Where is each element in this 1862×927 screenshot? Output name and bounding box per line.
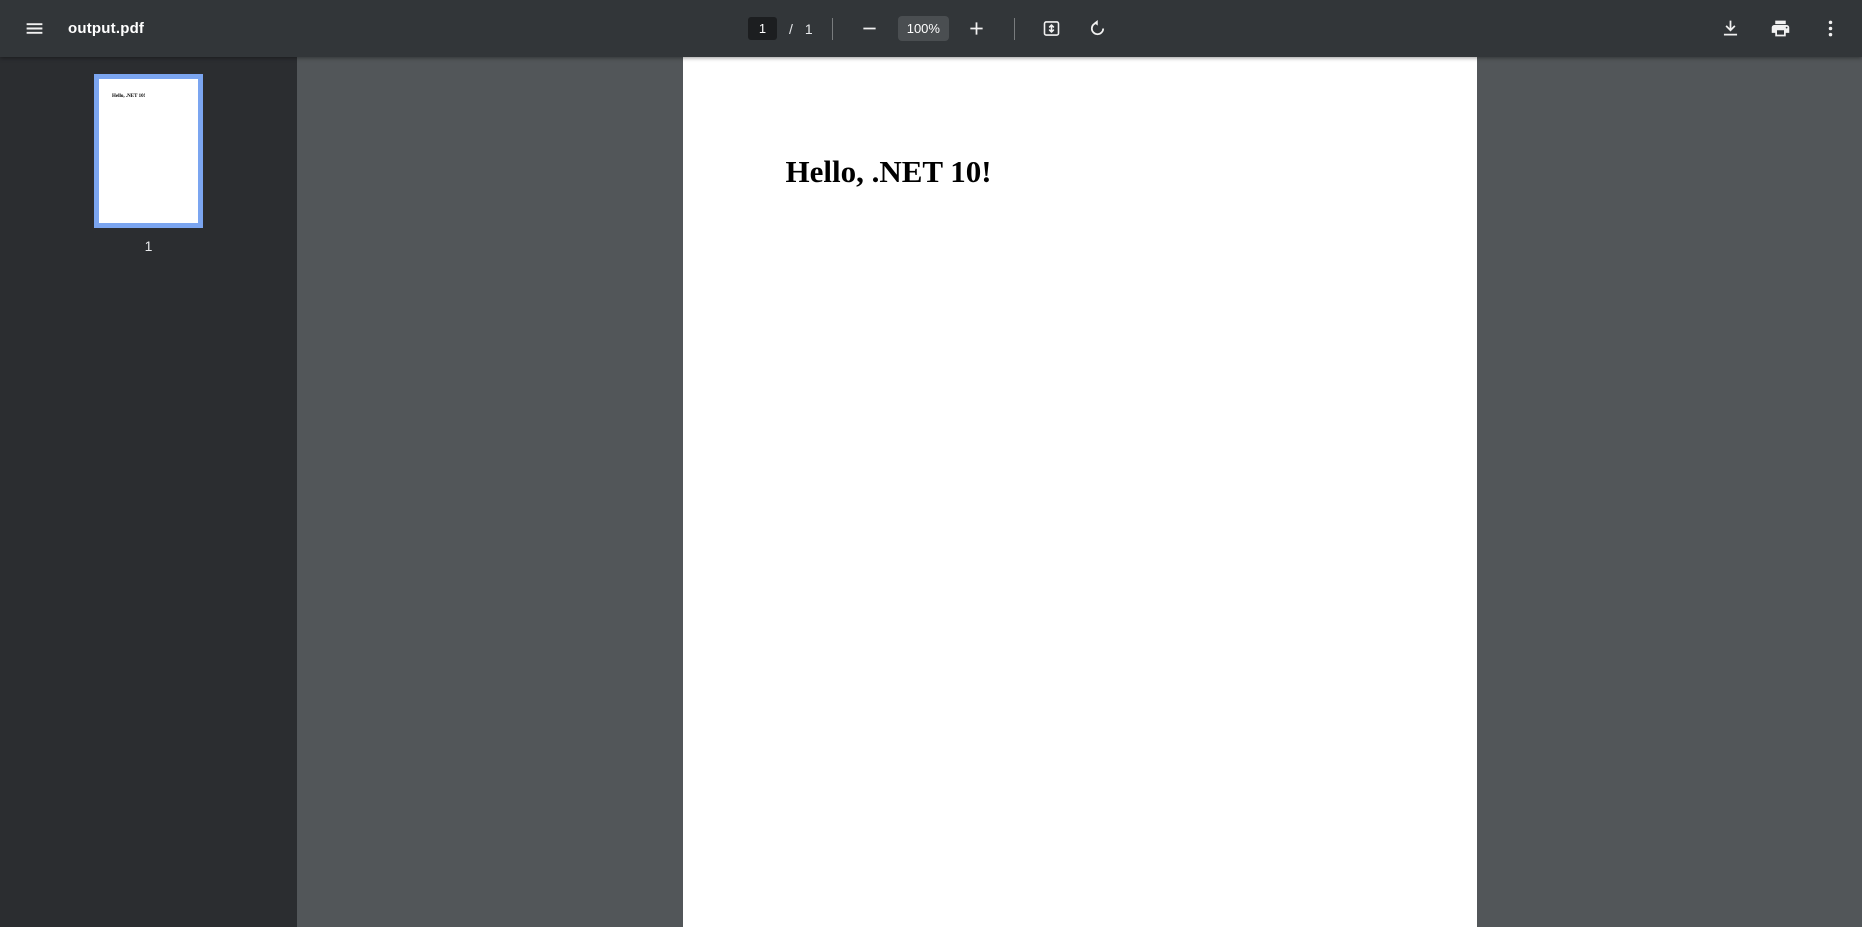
page-count: 1: [804, 20, 813, 37]
zoom-in-button[interactable]: [959, 11, 995, 47]
thumbnail-panel: Hello, .NET 10! 1: [0, 57, 297, 927]
rotate-counterclockwise-icon: [1091, 20, 1105, 36]
print-button[interactable]: [1762, 11, 1798, 47]
print-icon: [1771, 20, 1789, 37]
download-button[interactable]: [1712, 11, 1748, 47]
viewer-body: Hello, .NET 10! 1 Hello, .NET 10!: [0, 57, 1862, 927]
pdf-page: Hello, .NET 10!: [682, 57, 1477, 927]
more-options-button[interactable]: [1812, 11, 1848, 47]
toolbar-right-group: [1116, 11, 1848, 47]
page-thumbnail[interactable]: Hello, .NET 10!: [94, 74, 203, 228]
menu-button[interactable]: [16, 11, 52, 47]
toolbar: output.pdf / 1 100%: [0, 0, 1862, 57]
toolbar-divider: [831, 17, 833, 40]
minus-icon: [863, 27, 876, 30]
toolbar-divider: [1013, 17, 1015, 40]
zoom-out-button[interactable]: [852, 11, 888, 47]
document-heading: Hello, .NET 10!: [785, 154, 992, 189]
thumbnail-item[interactable]: Hello, .NET 10! 1: [94, 74, 203, 254]
thumbnail-page-number: 1: [144, 238, 153, 254]
hamburger-icon: [26, 23, 42, 34]
page-separator: /: [789, 20, 793, 37]
pdf-viewer-window: output.pdf / 1 100%: [0, 0, 1862, 927]
toolbar-left-group: output.pdf: [16, 11, 748, 47]
thumbnail-preview-text: Hello, .NET 10!: [112, 94, 146, 99]
plus-icon: [970, 22, 984, 35]
toolbar-center-group: / 1 100%: [748, 11, 1116, 47]
rotate-button[interactable]: [1080, 11, 1116, 47]
fit-to-page-icon: [1044, 21, 1060, 36]
document-viewer[interactable]: Hello, .NET 10!: [297, 57, 1862, 927]
page-number-input[interactable]: [748, 17, 778, 40]
document-title: output.pdf: [68, 20, 145, 37]
zoom-level[interactable]: 100%: [897, 16, 949, 41]
more-vertical-icon: [1828, 20, 1832, 37]
fit-to-page-button[interactable]: [1034, 11, 1070, 47]
download-icon: [1723, 20, 1737, 36]
